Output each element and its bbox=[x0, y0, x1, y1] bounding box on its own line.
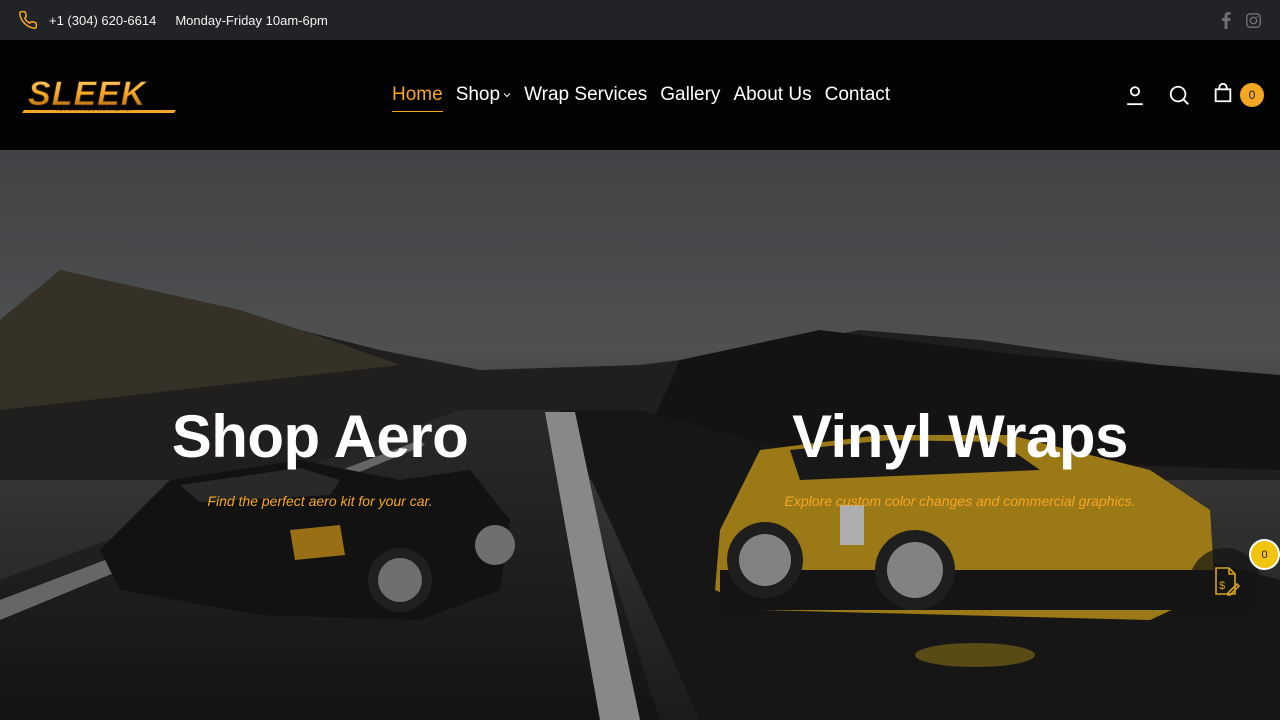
chevron-down-icon bbox=[503, 92, 511, 98]
vinyl-wraps-panel[interactable]: Vinyl Wraps Explore custom color changes… bbox=[640, 150, 1280, 720]
quote-count-badge: 0 bbox=[1249, 539, 1280, 570]
header-actions: 0 bbox=[1124, 40, 1264, 150]
shop-aero-panel[interactable]: Shop Aero Find the perfect aero kit for … bbox=[0, 150, 640, 720]
nav-home[interactable]: Home bbox=[392, 84, 443, 112]
nav-about-us-label: About Us bbox=[733, 84, 812, 105]
nav-about-us[interactable]: About Us bbox=[733, 84, 811, 106]
hero-section: Shop Aero Find the perfect aero kit for … bbox=[0, 150, 1280, 720]
phone-number-link[interactable]: +1 (304) 620-6614 bbox=[49, 13, 156, 28]
nav-home-label: Home bbox=[392, 84, 443, 105]
phone-icon bbox=[18, 10, 38, 30]
site-logo[interactable]: SLEEK PERFORMANCE & CUSTOMIZATION bbox=[22, 75, 178, 114]
vinyl-wraps-title: Vinyl Wraps bbox=[792, 403, 1128, 470]
logo-tagline: PERFORMANCE & CUSTOMIZATION bbox=[56, 107, 132, 112]
social-links bbox=[1221, 11, 1262, 29]
nav-contact[interactable]: Contact bbox=[825, 84, 890, 106]
business-hours: Monday-Friday 10am-6pm bbox=[175, 12, 328, 28]
cart-count-badge: 0 bbox=[1240, 83, 1264, 107]
nav-gallery-label: Gallery bbox=[660, 84, 721, 105]
site-header: SLEEK PERFORMANCE & CUSTOMIZATION Home S… bbox=[0, 40, 1280, 150]
nav-shop[interactable]: Shop bbox=[456, 84, 511, 106]
nav-shop-label: Shop bbox=[455, 84, 501, 105]
svg-text:$: $ bbox=[1219, 580, 1225, 592]
search-icon[interactable] bbox=[1168, 84, 1190, 106]
nav-contact-label: Contact bbox=[824, 84, 891, 105]
nav-wrap-services[interactable]: Wrap Services bbox=[524, 84, 647, 106]
nav-wrap-services-label: Wrap Services bbox=[524, 84, 648, 105]
vinyl-wraps-subtitle: Explore custom color changes and commerc… bbox=[784, 493, 1136, 509]
facebook-icon[interactable] bbox=[1221, 11, 1231, 29]
nav-gallery[interactable]: Gallery bbox=[660, 84, 720, 106]
main-nav: Home Shop Wrap Services Gallery About Us… bbox=[392, 40, 903, 150]
top-info-bar: +1 (304) 620-6614 Monday-Friday 10am-6pm bbox=[0, 0, 1280, 40]
shop-aero-title: Shop Aero bbox=[171, 403, 469, 470]
user-icon[interactable] bbox=[1124, 84, 1146, 106]
instagram-icon[interactable] bbox=[1245, 12, 1262, 29]
shop-aero-subtitle: Find the perfect aero kit for your car. bbox=[207, 493, 433, 509]
cart-icon bbox=[1212, 82, 1234, 109]
cart-button[interactable]: 0 bbox=[1212, 82, 1264, 109]
quote-document-icon: $ bbox=[1208, 565, 1242, 604]
